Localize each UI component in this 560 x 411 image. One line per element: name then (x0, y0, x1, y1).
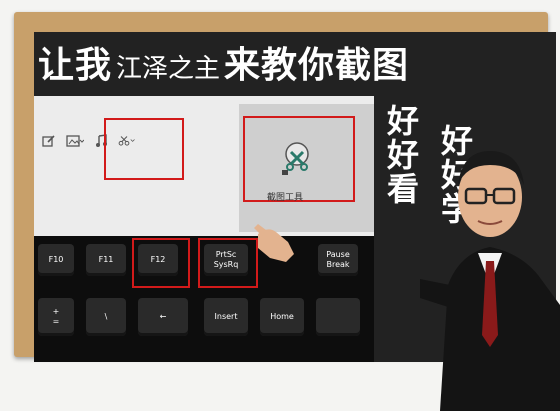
key-pause-bottom: Break (326, 260, 350, 269)
key-pageup[interactable] (316, 298, 360, 336)
snipping-tool-label: 截图工具 (267, 193, 304, 203)
pointing-hand (254, 224, 294, 262)
title-part3: 来教你截图 (224, 45, 410, 86)
key-plus-label: + (52, 307, 60, 316)
key-backslash[interactable]: \ (86, 298, 126, 336)
title-part1: 让我 (38, 45, 113, 86)
scissors-highlight (104, 118, 184, 180)
presenter-figure (420, 151, 560, 411)
key-insert[interactable]: Insert (204, 298, 248, 336)
side-text-left: 好好看 (382, 104, 420, 206)
key-backspace[interactable]: ← (138, 298, 188, 336)
f12-highlight (132, 238, 190, 288)
key-f11[interactable]: F11 (86, 244, 126, 276)
key-f10[interactable]: F10 (38, 244, 74, 276)
key-equals-label: = (52, 317, 60, 326)
snipping-tool-icon[interactable] (281, 140, 317, 176)
key-f11-label: F11 (98, 255, 114, 264)
key-plus-equals[interactable]: + = (38, 298, 74, 336)
image-icon[interactable] (66, 134, 84, 148)
key-insert-label: Insert (214, 312, 238, 321)
key-home[interactable]: Home (260, 298, 304, 336)
keyboard: F10 F11 F12 PrtSc SysRq Pause Break + = … (34, 236, 374, 362)
snipping-tool-panel: 截图工具 (239, 104, 374, 232)
key-backspace-label: ← (159, 312, 167, 321)
key-backslash-label: \ (104, 312, 108, 321)
key-home-label: Home (270, 312, 294, 321)
edit-icon[interactable] (40, 134, 58, 148)
key-pause[interactable]: Pause Break (318, 244, 358, 276)
key-f10-label: F10 (48, 255, 64, 264)
app-screenshot: 截图工具 (34, 96, 374, 246)
title-part2: 江泽之主 (116, 54, 221, 84)
key-pause-top: Pause (326, 250, 350, 259)
title: 让我 江泽之主 来教你截图 (38, 36, 556, 86)
